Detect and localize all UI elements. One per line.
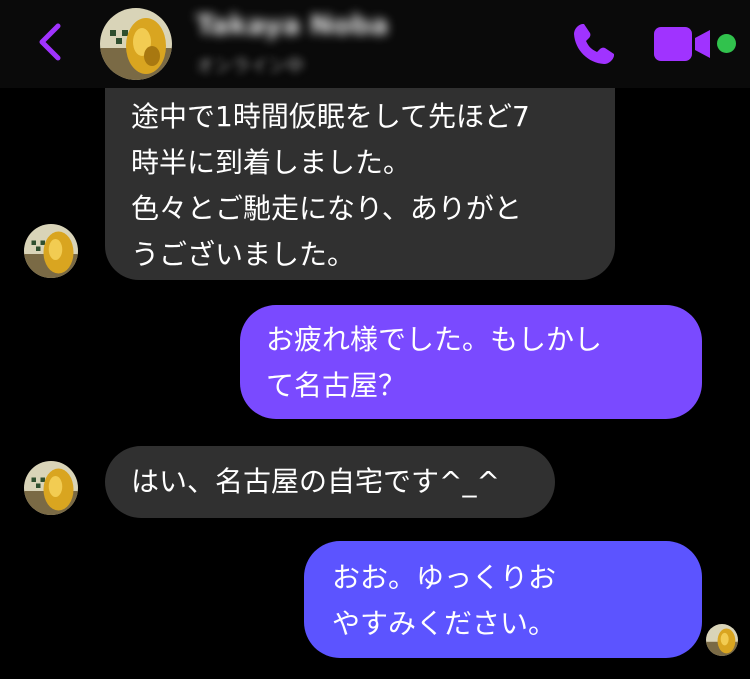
chevron-left-icon [39, 23, 61, 61]
chat-screen: Takaya Noba オンライン中 途中で1時間仮眠をして先ほど7 時半に到着… [0, 0, 750, 679]
incoming-message-bubble[interactable]: はい、名古屋の自宅です^_^ [105, 446, 555, 518]
sender-avatar[interactable] [24, 224, 78, 278]
video-camera-icon [654, 27, 710, 61]
video-call-button[interactable] [652, 24, 714, 64]
read-receipt-avatar-image [706, 624, 738, 656]
contact-status: オンライン中 [196, 56, 304, 77]
sender-avatar-image [24, 461, 78, 515]
voice-call-button[interactable] [568, 18, 620, 70]
online-status-dot [717, 34, 736, 53]
outgoing-message-bubble[interactable]: おお。ゆっくりお やすみください。 [304, 541, 702, 658]
chat-header: Takaya Noba オンライン中 [0, 0, 750, 88]
contact-avatar[interactable] [100, 8, 172, 80]
phone-icon [574, 24, 614, 64]
read-receipt-avatar [706, 624, 738, 656]
contact-avatar-image [100, 8, 172, 80]
back-button[interactable] [30, 18, 70, 66]
incoming-message-bubble[interactable]: 途中で1時間仮眠をして先ほど7 時半に到着しました。 色々とご馳走になり、ありが… [105, 80, 615, 280]
sender-avatar[interactable] [24, 461, 78, 515]
sender-avatar-image [24, 224, 78, 278]
outgoing-message-bubble[interactable]: お疲れ様でした。もしかし て名古屋？ [240, 305, 702, 419]
contact-name[interactable]: Takaya Noba [196, 10, 388, 41]
